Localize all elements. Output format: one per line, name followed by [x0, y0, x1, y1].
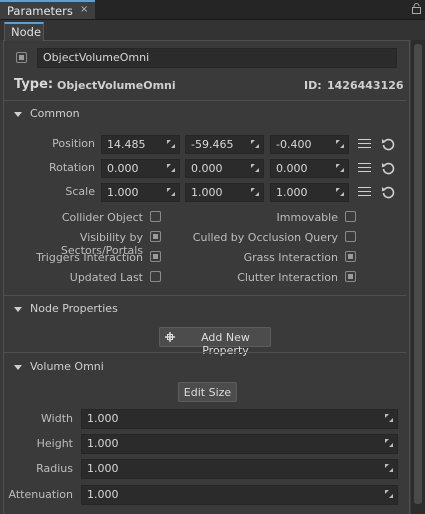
tab-node[interactable]: Node: [4, 22, 44, 41]
section-volume-omni[interactable]: Volume Omni: [4, 356, 406, 380]
tab-node-label: Node: [11, 25, 42, 39]
scale-y-input[interactable]: 1.000: [185, 183, 264, 202]
node-tab-bar: [0, 20, 425, 40]
tab-parameters-label: Parameters: [7, 4, 73, 18]
tab-parameters[interactable]: Parameters ×: [0, 0, 95, 19]
radius-input[interactable]: 1.000: [81, 459, 398, 479]
edit-size-label: Edit Size: [183, 386, 232, 399]
width-label: Width: [41, 412, 73, 425]
flag-checkbox[interactable]: [345, 231, 356, 242]
id-label: ID:: [304, 79, 322, 92]
flag-checkbox[interactable]: [345, 271, 356, 282]
rotation-z-input[interactable]: 0.000: [270, 159, 349, 178]
type-value: ObjectVolumeOmni: [57, 79, 176, 92]
height-input[interactable]: 1.000: [81, 434, 398, 454]
flag-checkbox[interactable]: [150, 231, 161, 242]
section-node-properties[interactable]: Node Properties: [4, 298, 406, 322]
section-common[interactable]: Common: [4, 103, 406, 127]
scale-label: Scale: [65, 185, 95, 198]
flag-label: Clutter Interaction: [237, 271, 338, 284]
rotation-label: Rotation: [48, 161, 95, 174]
add-new-property-button[interactable]: Add New Property: [159, 327, 271, 357]
position-y-input[interactable]: -59.465: [185, 135, 264, 154]
position-label: Position: [52, 137, 95, 150]
width-input[interactable]: 1.000: [81, 409, 398, 429]
menu-icon[interactable]: [358, 187, 371, 198]
node-enabled-checkbox[interactable]: [16, 52, 27, 63]
reset-icon[interactable]: [381, 161, 395, 175]
scrollbar-thumb[interactable]: [414, 44, 422, 504]
rotation-x-input[interactable]: 0.000: [101, 159, 180, 178]
node-name-input[interactable]: ObjectVolumeOmni: [37, 48, 397, 68]
drag-arrows-icon[interactable]: [335, 139, 345, 149]
drag-arrows-icon[interactable]: [384, 463, 394, 473]
edit-size-button[interactable]: Edit Size: [178, 382, 237, 402]
collapse-arrow-icon: [14, 112, 22, 117]
divider: [4, 100, 406, 101]
flag-label: Triggers Interaction: [36, 251, 143, 264]
drag-arrows-icon[interactable]: [166, 139, 176, 149]
flag-checkbox[interactable]: [345, 251, 356, 262]
plus-icon: [165, 332, 175, 342]
close-icon[interactable]: ×: [80, 4, 88, 15]
height-label: Height: [36, 437, 73, 450]
rotation-y-input[interactable]: 0.000: [185, 159, 264, 178]
divider: [4, 295, 406, 296]
drag-arrows-icon[interactable]: [250, 139, 260, 149]
flag-checkbox[interactable]: [345, 211, 356, 222]
reset-icon[interactable]: [381, 185, 395, 199]
flag-checkbox[interactable]: [150, 271, 161, 282]
collapse-arrow-icon: [14, 307, 22, 312]
collapse-arrow-icon: [14, 365, 22, 370]
flag-checkbox[interactable]: [150, 211, 161, 222]
id-value: 1426443126: [327, 79, 404, 92]
flag-label: Collider Object: [61, 211, 143, 224]
divider: [4, 352, 406, 353]
drag-arrows-icon[interactable]: [335, 187, 345, 197]
section-common-title: Common: [30, 107, 80, 120]
position-x-input[interactable]: 14.485: [101, 135, 180, 154]
flag-label: Updated Last: [69, 271, 143, 284]
reset-icon[interactable]: [381, 137, 395, 151]
attenuation-input[interactable]: 1.000: [81, 485, 398, 505]
lock-icon[interactable]: [412, 3, 421, 14]
radius-label: Radius: [36, 462, 73, 475]
drag-arrows-icon[interactable]: [250, 187, 260, 197]
section-volume-omni-title: Volume Omni: [30, 360, 104, 373]
attenuation-label: Attenuation: [8, 488, 73, 501]
drag-arrows-icon[interactable]: [250, 163, 260, 173]
flag-label: Grass Interaction: [243, 251, 338, 264]
flag-label: Immovable: [276, 211, 338, 224]
type-label: Type:: [14, 77, 54, 92]
scale-x-input[interactable]: 1.000: [101, 183, 180, 202]
drag-arrows-icon[interactable]: [166, 163, 176, 173]
drag-arrows-icon[interactable]: [384, 489, 394, 499]
scrollbar[interactable]: [411, 40, 425, 514]
drag-arrows-icon[interactable]: [384, 438, 394, 448]
position-z-input[interactable]: -0.400: [270, 135, 349, 154]
scale-z-input[interactable]: 1.000: [270, 183, 349, 202]
section-node-properties-title: Node Properties: [30, 302, 118, 315]
menu-icon[interactable]: [358, 139, 371, 150]
drag-arrows-icon[interactable]: [384, 413, 394, 423]
drag-arrows-icon[interactable]: [335, 163, 345, 173]
drag-arrows-icon[interactable]: [166, 187, 176, 197]
flag-label: Culled by Occlusion Query: [192, 231, 338, 244]
menu-icon[interactable]: [358, 163, 371, 174]
add-new-property-label: Add New Property: [201, 331, 250, 357]
flag-checkbox[interactable]: [150, 251, 161, 262]
